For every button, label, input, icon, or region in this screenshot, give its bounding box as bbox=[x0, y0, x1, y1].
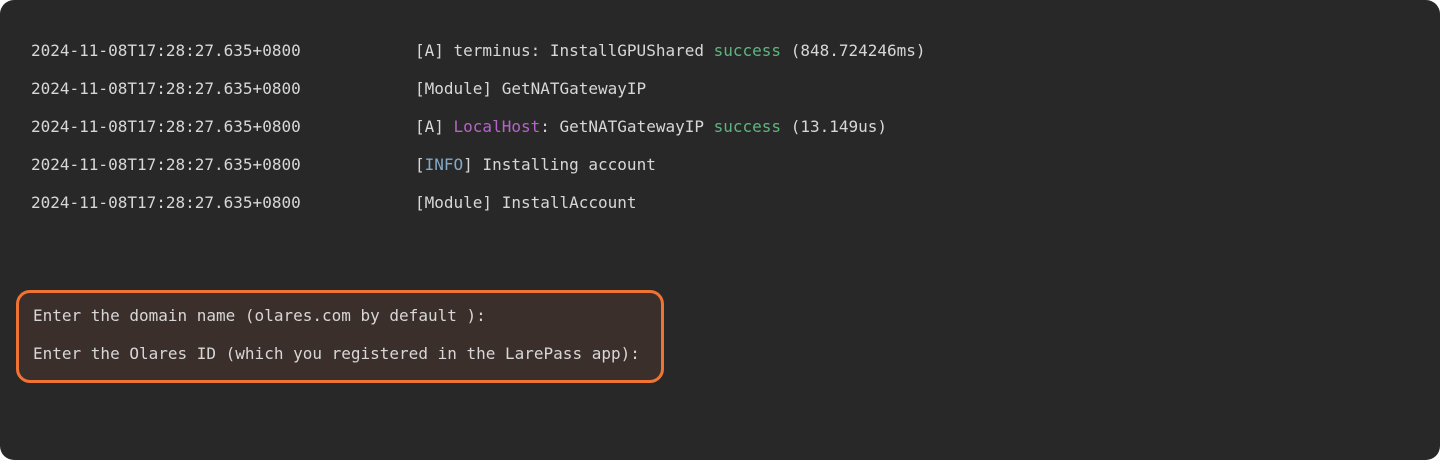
log-timestamp: 2024-11-08T17:28:27.635+0800 bbox=[31, 117, 415, 136]
prompt-box[interactable]: Enter the domain name (olares.com by def… bbox=[16, 290, 664, 383]
log-message: [A] terminus: InstallGPUShared success (… bbox=[415, 41, 926, 60]
log-line: 2024-11-08T17:28:27.635+0800[Module] Ins… bbox=[31, 183, 1430, 221]
log-segment: success bbox=[714, 117, 781, 136]
log-segment: [A] terminus: InstallGPUShared bbox=[415, 41, 714, 60]
log-segment: [Module] GetNATGatewayIP bbox=[415, 79, 646, 98]
log-line: 2024-11-08T17:28:27.635+0800[INFO] Insta… bbox=[31, 145, 1430, 183]
log-segment: ] Installing account bbox=[463, 155, 656, 174]
log-message: [Module] GetNATGatewayIP bbox=[415, 79, 646, 98]
log-output: 2024-11-08T17:28:27.635+0800[A] terminus… bbox=[31, 32, 1430, 221]
log-segment: LocalHost bbox=[454, 117, 541, 136]
log-segment: [Module] InstallAccount bbox=[415, 193, 637, 212]
log-segment: (13.149us) bbox=[781, 117, 887, 136]
log-segment: : GetNATGatewayIP bbox=[540, 117, 713, 136]
log-timestamp: 2024-11-08T17:28:27.635+0800 bbox=[31, 193, 415, 212]
log-segment: INFO bbox=[425, 155, 464, 174]
log-segment: (848.724246ms) bbox=[781, 41, 926, 60]
log-message: [INFO] Installing account bbox=[415, 155, 656, 174]
log-line: 2024-11-08T17:28:27.635+0800[Module] Get… bbox=[31, 70, 1430, 108]
log-line: 2024-11-08T17:28:27.635+0800[A] terminus… bbox=[31, 32, 1430, 70]
log-message: [Module] InstallAccount bbox=[415, 193, 637, 212]
log-segment: [ bbox=[415, 155, 425, 174]
prompt-olares-id: Enter the Olares ID (which you registere… bbox=[33, 334, 661, 372]
log-segment: success bbox=[714, 41, 781, 60]
log-message: [A] LocalHost: GetNATGatewayIP success (… bbox=[415, 117, 887, 136]
log-segment: [A] bbox=[415, 117, 454, 136]
log-timestamp: 2024-11-08T17:28:27.635+0800 bbox=[31, 41, 415, 60]
log-timestamp: 2024-11-08T17:28:27.635+0800 bbox=[31, 79, 415, 98]
log-line: 2024-11-08T17:28:27.635+0800[A] LocalHos… bbox=[31, 108, 1430, 146]
log-timestamp: 2024-11-08T17:28:27.635+0800 bbox=[31, 155, 415, 174]
prompt-domain-name: Enter the domain name (olares.com by def… bbox=[33, 296, 661, 334]
terminal-window[interactable]: 2024-11-08T17:28:27.635+0800[A] terminus… bbox=[0, 0, 1440, 460]
